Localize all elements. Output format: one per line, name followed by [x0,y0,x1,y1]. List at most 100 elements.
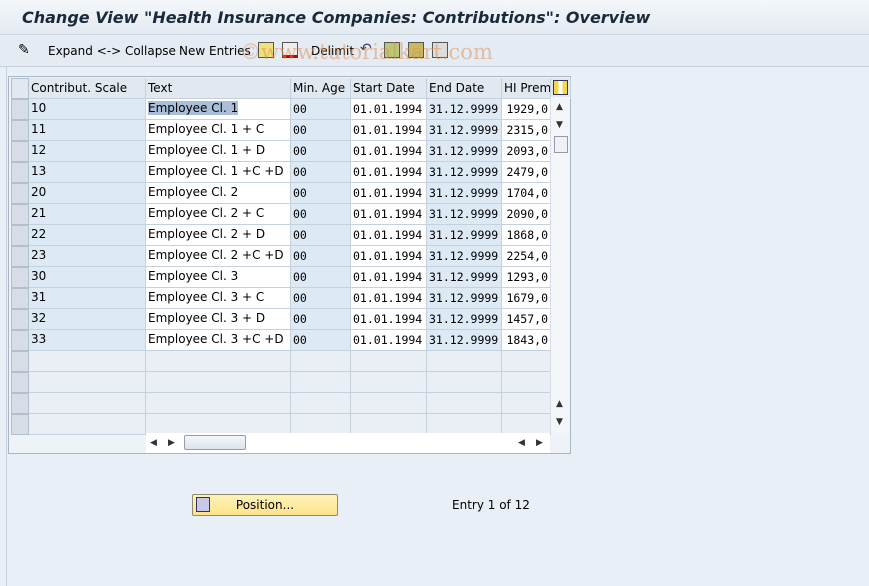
vertical-scrollbar[interactable]: ▲ ▼ ▲ ▼ [550,97,570,433]
row-selector[interactable] [11,372,29,393]
new-entries-button[interactable]: New Entries [179,44,251,58]
row-selector[interactable] [11,204,29,225]
cell-text: 01.01.1994 [353,144,423,158]
display-change-icon[interactable]: ✎ [18,42,30,58]
table-cell [427,351,502,372]
table-row: 11 Employee Cl. 1 + C 00 01.01.1994 31.12.99… [11,120,551,141]
table-cell [502,372,551,393]
table-cell: 2479,0 [502,162,551,183]
column-header[interactable]: Contribut. Scale [29,78,146,99]
cell-text: 31.12.9999 [429,102,499,116]
table-cell[interactable]: Employee Cl. 3 + C [146,288,291,309]
row-selector[interactable] [11,267,29,288]
table-cell: 01.01.1994 [351,288,427,309]
select-block-icon[interactable] [408,42,424,58]
expand-collapse-button[interactable]: Expand <-> Collapse [48,44,176,58]
divider [6,67,7,586]
undo-icon[interactable]: ↶ [360,41,372,57]
table-cell[interactable]: Employee Cl. 1 + D [146,141,291,162]
table-cell[interactable]: Employee Cl. 2 +C +D [146,246,291,267]
scroll-thumb[interactable] [184,435,246,450]
position-button-label: Position... [235,498,295,512]
row-selector[interactable] [11,141,29,162]
column-header[interactable]: HI Prem. [502,78,551,99]
cell-text: 01.01.1994 [353,270,423,284]
cell-text: 23 [31,248,47,262]
scroll-right-icon[interactable]: ▶ [536,438,543,448]
row-selector[interactable] [11,162,29,183]
application-toolbar: ✎ Expand <-> Collapse New Entries Delimi… [0,36,869,67]
cell-text: 01.01.1994 [353,165,423,179]
column-header[interactable]: Min. Age [291,78,351,99]
row-selector[interactable] [11,309,29,330]
row-selector[interactable] [11,225,29,246]
table-cell: 21 [29,204,146,225]
table-cell: 01.01.1994 [351,141,427,162]
table-cell [427,414,502,435]
table-cell[interactable]: Employee Cl. 1 +C +D [146,162,291,183]
cell-text: 01.01.1994 [353,207,423,221]
table-cell[interactable]: Employee Cl. 2 + D [146,225,291,246]
table-cell: 00 [291,183,351,204]
table-cell [146,393,291,414]
column-header[interactable]: Text [146,78,291,99]
table-cell[interactable]: Employee Cl. 2 [146,183,291,204]
cell-text: 1868,0 [506,228,548,242]
column-header[interactable]: End Date [427,78,502,99]
cell-text: 00 [293,123,307,137]
table-cell: 01.01.1994 [351,162,427,183]
table-cell[interactable]: Employee Cl. 3 +C +D [146,330,291,351]
row-selector[interactable] [11,120,29,141]
row-selector[interactable] [11,288,29,309]
scroll-left-icon[interactable]: ◀ [518,438,525,448]
table-cell[interactable]: Employee Cl. 2 + C [146,204,291,225]
cell-text: 01.01.1994 [353,123,423,137]
table-cell[interactable]: Employee Cl. 3 + D [146,309,291,330]
cell-text: 1929,0 [506,102,548,116]
row-selector[interactable] [11,414,29,435]
table-row: 31 Employee Cl. 3 + C 00 01.01.1994 31.12.99… [11,288,551,309]
scroll-right-icon[interactable]: ▶ [168,438,175,448]
horizontal-scrollbar[interactable]: ◀ ▶ ◀ ▶ [146,433,550,453]
column-settings-icon[interactable] [551,78,571,99]
row-selector[interactable] [11,246,29,267]
column-header[interactable]: Start Date [351,78,427,99]
row-selector[interactable] [11,351,29,372]
cell-text: 01.01.1994 [353,291,423,305]
cell-text: 31.12.9999 [429,312,499,326]
row-selector[interactable] [11,393,29,414]
table-cell: 00 [291,288,351,309]
scroll-left-icon[interactable]: ◀ [150,438,157,448]
row-selector[interactable] [11,330,29,351]
delete-icon[interactable] [282,42,298,58]
table-cell: 01.01.1994 [351,246,427,267]
table-cell[interactable]: Employee Cl. 1 + C [146,120,291,141]
select-all-cell[interactable] [11,78,29,99]
table-cell: 2315,0 [502,120,551,141]
table-cell: 00 [291,141,351,162]
scroll-thumb[interactable] [554,136,568,153]
table-cell[interactable]: Employee Cl. 3 [146,267,291,288]
scroll-page-up-icon[interactable]: ▲ [556,399,563,409]
table-cell: 1457,0 [502,309,551,330]
copy-icon[interactable] [258,42,274,58]
row-selector[interactable] [11,99,29,120]
position-button[interactable]: Position... [192,494,338,516]
select-all-icon[interactable] [384,42,400,58]
table-cell: 2254,0 [502,246,551,267]
delimit-button[interactable]: Delimit [311,44,354,58]
cell-text: 2093,0 [506,144,548,158]
table-cell: 31.12.9999 [427,141,502,162]
cell-text: 31.12.9999 [429,165,499,179]
scroll-up-icon[interactable]: ▲ [556,102,563,112]
cell-text: Employee Cl. 3 [148,269,239,283]
row-selector[interactable] [11,183,29,204]
deselect-all-icon[interactable] [432,42,448,58]
table-cell[interactable]: Employee Cl. 1 [146,99,291,120]
scroll-down-icon[interactable]: ▼ [556,120,563,130]
cell-text: 1457,0 [506,312,548,326]
scroll-page-down-icon[interactable]: ▼ [556,417,563,427]
table-cell: 31.12.9999 [427,309,502,330]
table-cell: 1843,0 [502,330,551,351]
cell-text: 12 [31,143,47,157]
